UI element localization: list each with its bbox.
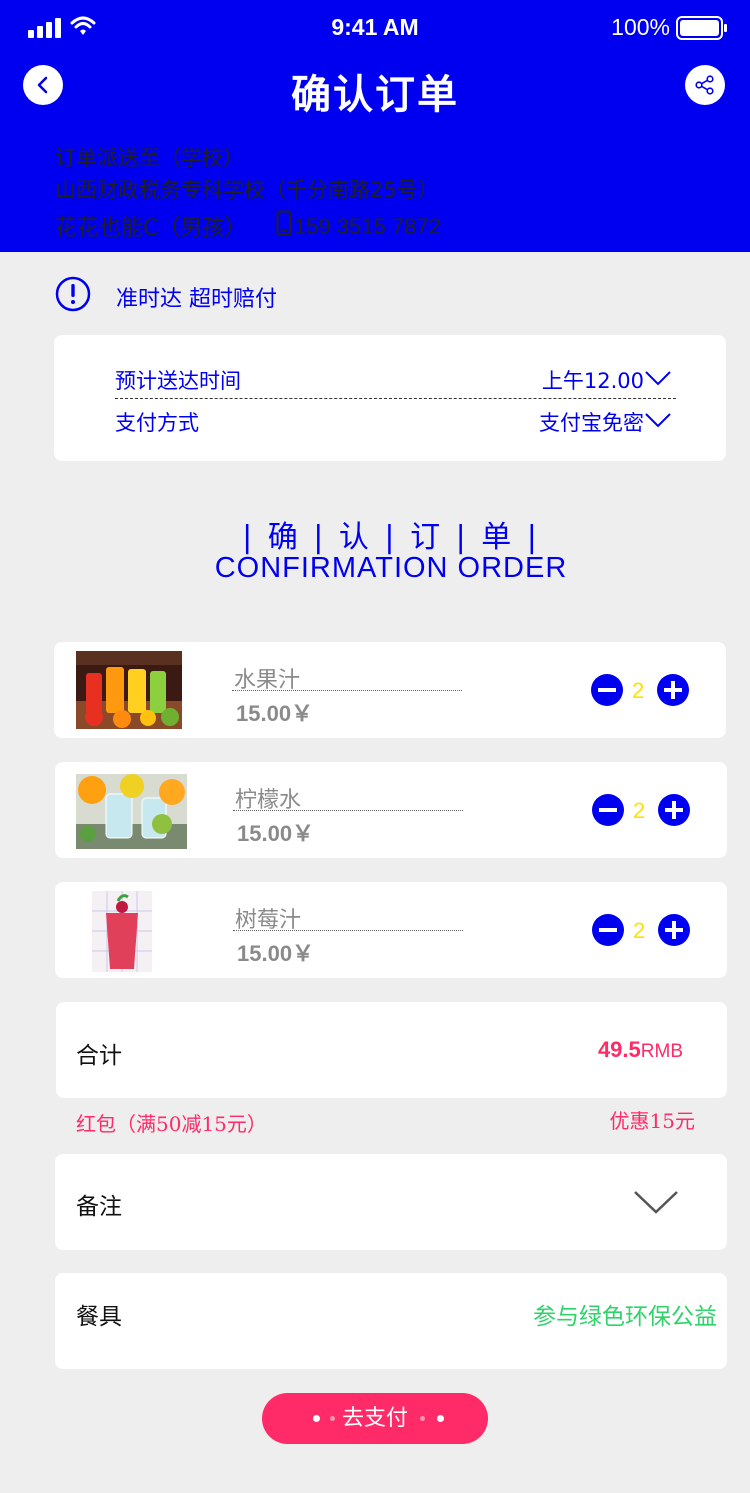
delivery-time-value: 上午12.00 xyxy=(541,369,644,393)
pay-button[interactable]: 去支付 xyxy=(262,1393,488,1444)
section-subtitle: CONFIRMATION ORDER xyxy=(214,552,568,584)
item-price: 15.00￥ xyxy=(237,941,315,966)
list-item: 柠檬水 15.00￥ 2 xyxy=(55,762,727,858)
page-title: 确认订单 xyxy=(291,72,459,118)
status-bar: 9:41 AM 100% xyxy=(0,0,750,56)
note-label: 备注 xyxy=(76,1194,122,1220)
divider xyxy=(233,810,463,811)
item-quantity: 2 xyxy=(633,918,646,943)
decor-dot xyxy=(437,1415,444,1422)
chevron-down-icon xyxy=(645,413,671,428)
decor-dot xyxy=(420,1416,425,1421)
lemonade-image xyxy=(76,774,187,849)
utensil-value: 参与绿色环保公益 xyxy=(533,1304,717,1330)
battery-percent: 100% xyxy=(611,14,670,40)
list-item: 水果汁 15.00￥ 2 xyxy=(54,642,726,738)
divider xyxy=(233,930,463,931)
plus-icon[interactable] xyxy=(657,674,689,706)
chevron-down-icon xyxy=(634,1191,678,1214)
list-item: 树莓汁 15.00￥ 2 xyxy=(55,882,727,978)
share-button[interactable] xyxy=(685,65,725,105)
minus-icon[interactable] xyxy=(592,794,624,826)
delivery-destination: 订单派送至（学校） xyxy=(55,146,244,170)
battery-icon xyxy=(676,16,727,40)
delivery-address: 山西财政税务专科学校（千分南路25号） xyxy=(55,178,439,202)
delivery-info-card: 预计送达时间 上午12.00 支付方式 支付宝免密 xyxy=(54,335,726,461)
share-icon xyxy=(695,75,714,95)
minus-icon[interactable] xyxy=(592,914,624,946)
note-row[interactable]: 备注 xyxy=(55,1154,727,1250)
item-price: 15.00￥ xyxy=(236,701,314,726)
phone-icon xyxy=(276,210,292,236)
receiver-phone: 159 3515 7872 xyxy=(294,214,441,239)
fruit-juice-image xyxy=(76,651,182,729)
utensil-label: 餐具 xyxy=(76,1304,122,1330)
payment-method-value: 支付宝免密 xyxy=(539,411,644,435)
total-amount: 49.5RMB xyxy=(598,1037,683,1063)
delivery-time-label: 预计送达时间 xyxy=(115,369,241,393)
total-label: 合计 xyxy=(76,1043,122,1069)
alert-icon xyxy=(55,276,91,312)
item-quantity: 2 xyxy=(632,678,645,703)
payment-method-label: 支付方式 xyxy=(115,411,199,435)
divider xyxy=(232,690,462,691)
receiver-name: 花花也能C（男孩） xyxy=(55,216,247,241)
decor-dot xyxy=(330,1416,335,1421)
delivery-time-row[interactable]: 预计送达时间 上午12.00 xyxy=(115,363,672,395)
divider xyxy=(115,398,676,399)
chevron-down-icon xyxy=(645,371,671,386)
red-packet-text[interactable]: 红包（满50减15元） xyxy=(76,1108,267,1137)
decor-dot xyxy=(313,1415,320,1422)
header: 9:41 AM 100% 确认订单 订单派送至（学校） 山西财政税务专科学校（千… xyxy=(0,0,750,252)
payment-method-row[interactable]: 支付方式 支付宝免密 xyxy=(115,405,672,437)
minus-icon[interactable] xyxy=(591,674,623,706)
item-price: 15.00￥ xyxy=(237,821,315,846)
utensil-row[interactable]: 餐具 参与绿色环保公益 xyxy=(55,1273,727,1369)
total-card: 合计 49.5RMB xyxy=(56,1002,727,1098)
total-unit: RMB xyxy=(640,1041,683,1062)
item-quantity: 2 xyxy=(633,798,646,823)
raspberry-juice-image xyxy=(92,891,152,972)
plus-icon[interactable] xyxy=(658,914,690,946)
plus-icon[interactable] xyxy=(658,794,690,826)
discount-text: 优惠15元 xyxy=(609,1109,695,1133)
pay-button-label: 去支付 xyxy=(341,1406,408,1431)
total-value: 49.5 xyxy=(597,1037,641,1062)
section-title: | 确 | 认 | 订 | 单 | xyxy=(242,520,540,555)
promise-text: 准时达 超时赔付 xyxy=(116,287,277,312)
